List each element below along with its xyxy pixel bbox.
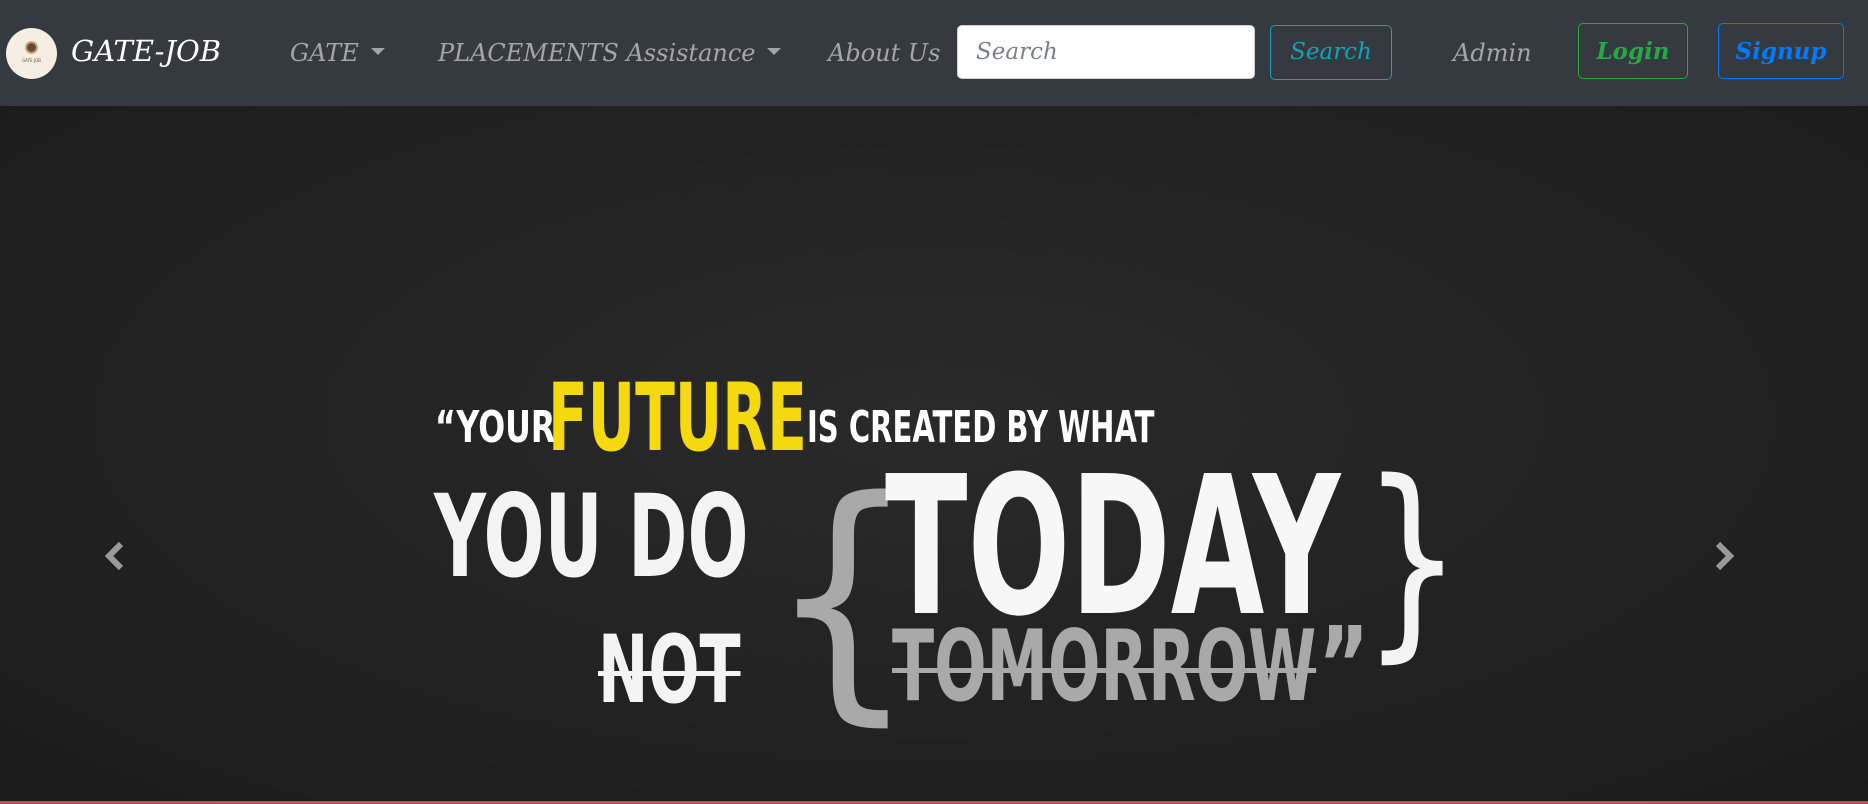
quote-line3-left: NOT	[598, 616, 741, 725]
signup-button[interactable]: Signup	[1718, 23, 1844, 79]
caret-down-icon	[370, 48, 385, 55]
nav-item-label: About Us	[828, 39, 941, 67]
quote-close-mark: ”	[1318, 604, 1370, 726]
nav-item-placements[interactable]: PLACEMENTS Assistance	[438, 34, 782, 72]
quote-brace-close: }	[1362, 436, 1463, 681]
carousel-slide-quote: “YOUR FUTURE IS CREATED BY WHAT YOU DO {…	[0, 106, 1868, 801]
quote-line1-open: “YOUR	[435, 402, 556, 453]
chevron-right-icon	[1715, 541, 1735, 571]
search-button[interactable]: Search	[1270, 25, 1392, 80]
quote-line3-main: TOMORROW	[892, 610, 1317, 724]
logo-text: GATE JOB	[22, 58, 41, 63]
brand-name[interactable]: GATE-JOB	[71, 30, 221, 72]
carousel-prev-button[interactable]	[85, 526, 145, 586]
nav-item-gate[interactable]: GATE	[290, 34, 385, 72]
logo-emblem-icon	[27, 43, 36, 52]
navbar: GATE JOB GATE-JOB GATE PLACEMENTS Assist…	[0, 0, 1868, 106]
nav-item-label: PLACEMENTS Assistance	[438, 39, 756, 67]
nav-item-about-us[interactable]: About Us	[828, 34, 940, 72]
nav-item-label: GATE	[290, 39, 359, 67]
chevron-left-icon	[104, 541, 124, 571]
nav-item-admin[interactable]: Admin	[1453, 34, 1532, 72]
login-button[interactable]: Login	[1578, 23, 1688, 79]
caret-down-icon	[767, 48, 782, 55]
quote-line2-left: YOU DO	[434, 470, 749, 603]
carousel-next-button[interactable]	[1694, 526, 1754, 586]
hero-carousel: “YOUR FUTURE IS CREATED BY WHAT YOU DO {…	[0, 106, 1868, 801]
search-input[interactable]	[957, 25, 1255, 79]
brand-logo[interactable]: GATE JOB	[6, 28, 57, 79]
